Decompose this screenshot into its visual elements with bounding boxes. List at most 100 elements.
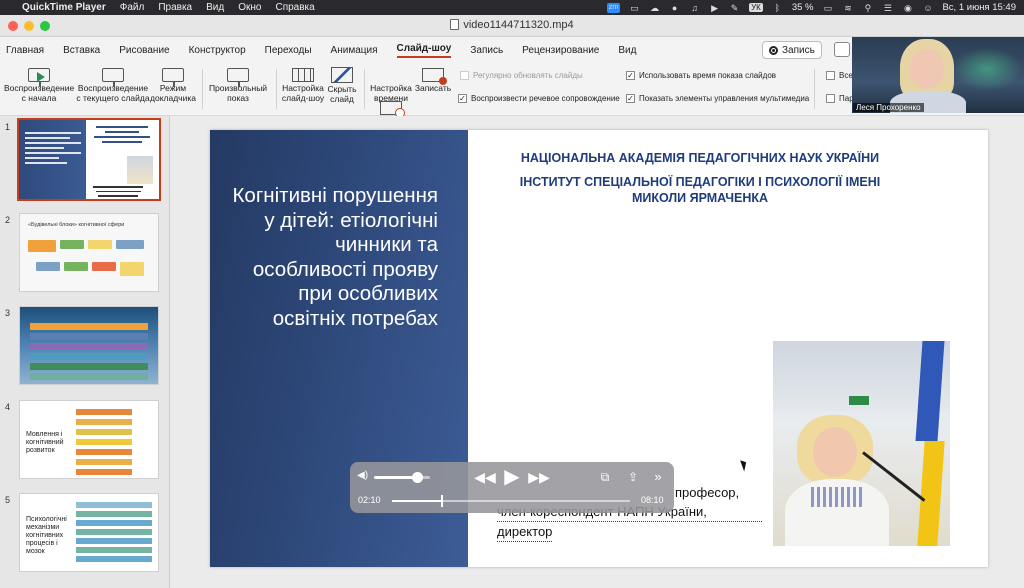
play-from-start-button[interactable]: Воспроизведение с начала xyxy=(4,65,74,103)
play-status-icon[interactable]: ▶ xyxy=(709,3,720,13)
elapsed-time: 02:10 xyxy=(358,495,381,505)
fast-forward-icon[interactable]: ▶▶ xyxy=(528,466,550,488)
zoom-icon[interactable]: zm xyxy=(607,2,621,13)
speaker-photo[interactable] xyxy=(773,341,950,546)
volume-icon[interactable]: ◀) xyxy=(357,470,369,482)
hide-slide-button[interactable]: Скрыть слайд xyxy=(326,65,358,104)
play-icon[interactable]: ▶ xyxy=(500,466,524,488)
thumbnail-slide-4[interactable]: 4 Мовлення і когнітивний розвиток xyxy=(0,398,170,484)
tab-animations[interactable]: Анимация xyxy=(331,45,378,56)
video-controls: ◀) ◀◀ ▶ ▶▶ ⧉ ⇪ » 02:10 08:10 xyxy=(350,462,674,513)
screen-icon[interactable]: ▭ xyxy=(629,3,640,13)
presenter-view-button[interactable]: Режим докладчика xyxy=(150,65,196,103)
menu-view[interactable]: Вид xyxy=(206,2,224,13)
slide-preview xyxy=(17,118,161,201)
thumbnail-title: Психологічні механізми когнітивних проце… xyxy=(26,516,67,555)
thumbnail-slide-2[interactable]: 2 «Будівельні блоки» когнітивної сфери xyxy=(0,211,170,297)
use-timings-checkbox[interactable]: Использовать время показа слайдов xyxy=(626,71,776,80)
rewind-icon[interactable]: ◀◀ xyxy=(474,466,496,488)
tab-insert[interactable]: Вставка xyxy=(63,45,100,56)
flag-yellow xyxy=(917,441,945,546)
tab-view[interactable]: Вид xyxy=(618,45,636,56)
hide-slide-icon xyxy=(331,67,353,83)
tab-slideshow[interactable]: Слайд-шоу xyxy=(396,43,452,58)
slide-number: 4 xyxy=(5,402,11,412)
academy-name: НАЦІОНАЛЬНА АКАДЕМІЯ ПЕДАГОГІЧНИХ НАУК У… xyxy=(520,151,880,165)
slide-number: 3 xyxy=(5,308,11,318)
tab-home[interactable]: Главная xyxy=(6,45,44,56)
window-titlebar: video1144711320.mp4 xyxy=(0,15,1024,37)
record-status-icon[interactable]: ● xyxy=(669,3,680,13)
search-icon[interactable]: ⚲ xyxy=(862,3,873,13)
slide-thumbnails-pane[interactable]: 1 2 «Будівельні блоки» когнітивної сфери xyxy=(0,116,170,588)
cloud-icon[interactable]: ☁ xyxy=(649,3,660,13)
slide-preview: Мовлення і когнітивний розвиток xyxy=(19,400,159,479)
window-title: video1144711320.mp4 xyxy=(0,19,1024,31)
volume-slider[interactable] xyxy=(374,472,430,483)
slide-title[interactable]: Когнітивні порушення у дітей: етіологічн… xyxy=(230,184,438,331)
status-area: zm ▭ ☁ ● ♫ ▶ ✎ УК ᛒ 35 % ▭ ≋ ⚲ ☰ ◉ ☺ Вс,… xyxy=(607,0,1016,15)
checkbox-box xyxy=(826,94,835,103)
custom-show-button[interactable]: Произвольный показ xyxy=(206,65,270,103)
playback-scrubber[interactable] xyxy=(392,495,630,507)
tab-review[interactable]: Рецензирование xyxy=(522,45,599,56)
auto-update-checkbox[interactable]: Регулярно обновлять слайды xyxy=(460,71,583,80)
user-icon[interactable]: ☺ xyxy=(922,3,933,13)
institute-name: ІНСТИТУТ СПЕЦІАЛЬНОЇ ПЕДАГОГІКИ І ПСИХОЛ… xyxy=(519,175,881,205)
record-slideshow-button[interactable]: Записать xyxy=(412,65,454,94)
slide-number: 2 xyxy=(5,215,11,225)
narration-checkbox[interactable]: Воспроизвести речевое сопровождение xyxy=(458,94,620,103)
play-from-current-button[interactable]: Воспроизведение с текущего слайда xyxy=(76,65,150,103)
editor-area: 1 2 «Будівельні блоки» когнітивної сфери xyxy=(0,116,1024,588)
battery-percent: 35 % xyxy=(791,2,814,13)
pen-icon[interactable]: ✎ xyxy=(729,3,740,13)
screen: QuickTime Player Файл Правка Вид Окно Сп… xyxy=(0,0,1024,588)
institution-header[interactable]: НАЦІОНАЛЬНА АКАДЕМІЯ ПЕДАГОГІЧНИХ НАУК У… xyxy=(500,150,900,206)
checkbox-box xyxy=(626,71,635,80)
tab-design[interactable]: Конструктор xyxy=(189,45,246,56)
tab-transitions[interactable]: Переходы xyxy=(265,45,312,56)
tab-draw[interactable]: Рисование xyxy=(119,45,169,56)
ribbon-divider xyxy=(202,69,203,109)
input-language[interactable]: УК xyxy=(749,3,763,12)
battery-icon[interactable]: ▭ xyxy=(822,3,833,13)
ribbon-divider xyxy=(276,69,277,109)
menu-window[interactable]: Окно xyxy=(238,2,261,13)
control-center-icon[interactable]: ☰ xyxy=(882,3,893,13)
menu-edit[interactable]: Правка xyxy=(158,2,192,13)
setup-slideshow-button[interactable]: Настройка слайд-шоу xyxy=(280,65,326,103)
menu-help[interactable]: Справка xyxy=(275,2,314,13)
setup-icon xyxy=(292,68,314,82)
record-slide-icon xyxy=(422,68,447,85)
thumbnail-slide-5[interactable]: 5 Психологічні механізми когнітивних про… xyxy=(0,491,170,577)
thumbnail-slide-3[interactable]: 3 xyxy=(0,304,170,390)
picture-in-picture-icon[interactable]: ⧉ xyxy=(596,466,614,488)
playhead[interactable] xyxy=(440,495,443,507)
thumbnail-slide-1[interactable]: 1 xyxy=(0,118,170,204)
comments-icon[interactable] xyxy=(834,42,850,57)
headphones-icon[interactable]: ♫ xyxy=(689,3,700,13)
media-controls-checkbox[interactable]: Показать элементы управления мультимедиа xyxy=(626,94,809,103)
share-icon[interactable]: ⇪ xyxy=(625,466,641,488)
presenter-icon xyxy=(162,68,184,87)
checkbox-box xyxy=(626,94,635,103)
portrait-thumbnail xyxy=(127,156,153,184)
all-checkbox[interactable]: Все xyxy=(826,71,853,80)
wifi-icon[interactable]: ≋ xyxy=(842,3,853,13)
participant-name: Леся Прохоренко xyxy=(853,103,924,112)
exit-sign xyxy=(849,396,869,405)
rehearse-timings-button[interactable]: Настройка времени xyxy=(368,65,414,118)
siri-icon[interactable]: ◉ xyxy=(902,3,913,13)
par-option[interactable]: Пар xyxy=(826,94,854,103)
ribbon-divider xyxy=(814,69,815,109)
app-name-menu[interactable]: QuickTime Player xyxy=(22,2,106,13)
record-button[interactable]: Запись xyxy=(762,41,822,59)
volume-knob[interactable] xyxy=(411,472,423,483)
menu-file[interactable]: Файл xyxy=(120,2,145,13)
tab-record[interactable]: Запись xyxy=(470,45,503,56)
clock[interactable]: Вс, 1 июня 15:49 xyxy=(942,2,1016,13)
thumbnail-title: «Будівельні блоки» когнітивної сфери xyxy=(28,222,125,228)
more-options-icon[interactable]: » xyxy=(650,466,666,488)
webcam-overlay[interactable]: Леся Прохоренко xyxy=(852,37,1024,113)
bluetooth-icon[interactable]: ᛒ xyxy=(772,3,783,13)
